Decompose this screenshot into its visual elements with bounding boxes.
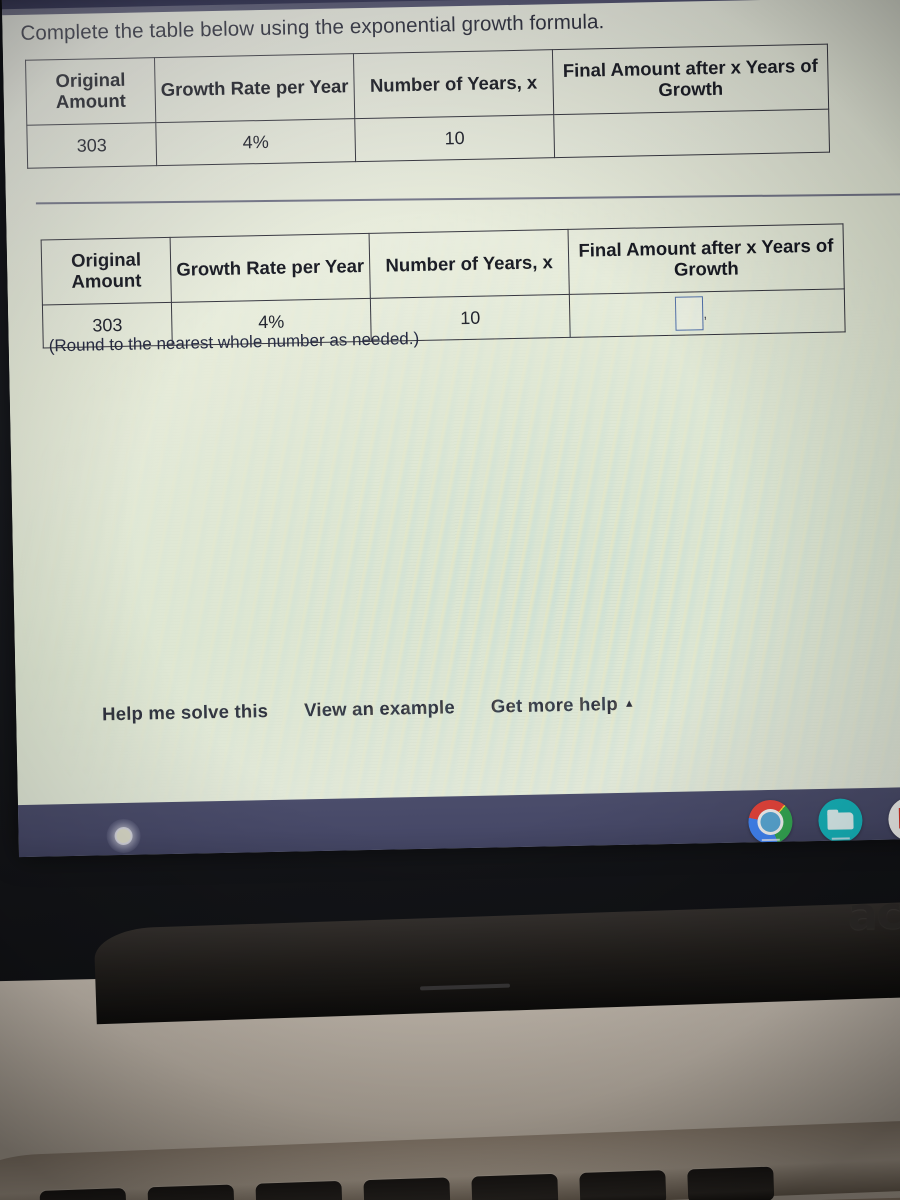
keycap[interactable] (471, 1173, 559, 1200)
keycap[interactable] (687, 1166, 775, 1200)
laptop-display: Complete the table below using the expon… (1, 0, 900, 858)
active-app-indicator (831, 837, 850, 840)
view-an-example-label: View an example (303, 696, 456, 721)
header-growth-rate: Growth Rate per Year (170, 233, 371, 303)
section-divider (35, 193, 900, 205)
gmail-icon: M (887, 796, 900, 842)
header-final-amount: Final Amount after x Years of Growth (552, 44, 829, 115)
header-original-amount: Original Amount (25, 57, 156, 126)
keycap[interactable] (39, 1188, 127, 1200)
cell-comma-marker: , (703, 305, 708, 322)
cell-final-amount (553, 109, 830, 158)
shelf-item-gmail[interactable]: M (887, 796, 900, 842)
folder-icon (817, 798, 863, 844)
cell-number-of-years: 10 (354, 114, 555, 162)
homework-content: Complete the table below using the expon… (2, 0, 900, 805)
final-amount-input[interactable] (674, 296, 704, 331)
chevron-up-icon: ▲ (623, 697, 636, 710)
keycap[interactable] (255, 1180, 343, 1200)
brand-logo: acer (847, 886, 900, 941)
launcher-icon (116, 828, 131, 844)
header-number-of-years: Number of Years, x (353, 49, 554, 119)
view-an-example-link[interactable]: View an example (304, 696, 455, 721)
keycap[interactable] (579, 1170, 667, 1200)
get-more-help-label: Get more help (490, 693, 619, 717)
shelf-app-icons: M (748, 796, 900, 845)
screen-surface: Complete the table below using the expon… (1, 0, 900, 858)
photograph-of-laptop-screen: Complete the table below using the expon… (0, 0, 900, 1200)
keycap[interactable] (147, 1184, 235, 1200)
help-links-row: Help me solve this View an example Get m… (102, 691, 742, 726)
chrome-icon (748, 799, 793, 845)
active-app-indicator (761, 838, 780, 842)
shelf-item-files[interactable] (817, 798, 863, 844)
cell-growth-rate: 4% (155, 118, 356, 166)
header-growth-rate: Growth Rate per Year (154, 53, 355, 123)
shelf-item-chrome[interactable] (748, 799, 793, 845)
question-prompt: Complete the table below using the expon… (20, 10, 605, 45)
cell-final-amount-answer[interactable]: , (569, 288, 846, 338)
header-final-amount: Final Amount after x Years of Growth (568, 223, 845, 295)
help-me-solve-this-link[interactable]: Help me solve this (102, 700, 268, 725)
keycap[interactable] (363, 1177, 451, 1200)
exponential-growth-table-one: Original Amount Growth Rate per Year Num… (25, 43, 831, 169)
help-me-solve-this-label: Help me solve this (101, 700, 269, 725)
header-number-of-years: Number of Years, x (369, 229, 570, 299)
get-more-help-link[interactable]: Get more help ▲ (491, 693, 636, 718)
header-original-amount: Original Amount (41, 237, 172, 305)
exponential-growth-table-two: Original Amount Growth Rate per Year Num… (40, 223, 846, 349)
cell-original-amount: 303 (26, 122, 157, 169)
